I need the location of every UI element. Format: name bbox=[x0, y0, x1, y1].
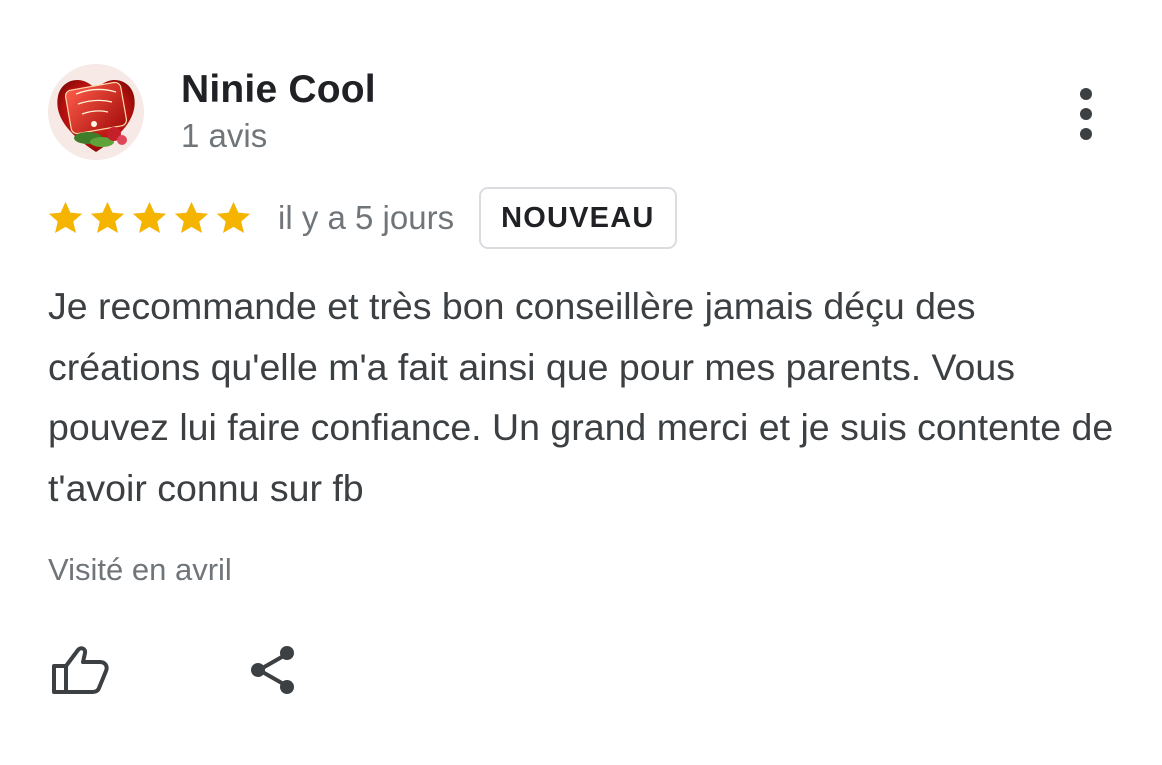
star-icon bbox=[216, 201, 251, 234]
more-vertical-icon bbox=[1080, 88, 1092, 140]
review-text: Je recommande et très bon conseillère ja… bbox=[48, 285, 1114, 509]
star-icon bbox=[174, 201, 209, 234]
share-button[interactable] bbox=[236, 634, 308, 706]
author-avatar[interactable] bbox=[48, 64, 144, 160]
rating-row: il y a 5 jours NOUVEAU bbox=[46, 185, 677, 251]
star-icon bbox=[132, 201, 167, 234]
more-options-button[interactable] bbox=[1064, 82, 1108, 146]
star-icon bbox=[90, 201, 125, 234]
visit-date: Visité en avril bbox=[48, 552, 232, 587]
review-card: Ninie Cool 1 avis il y a 5 jours NOUVEAU… bbox=[0, 0, 1162, 765]
review-date: il y a 5 jours bbox=[278, 199, 455, 236]
star-rating bbox=[46, 199, 253, 237]
new-badge: NOUVEAU bbox=[479, 187, 677, 249]
thumbs-up-icon bbox=[52, 646, 109, 694]
share-icon bbox=[251, 646, 294, 694]
star-icon bbox=[48, 201, 83, 234]
author-name[interactable]: Ninie Cool bbox=[181, 68, 376, 112]
avatar-image bbox=[48, 64, 144, 160]
author-review-count: 1 avis bbox=[181, 117, 268, 154]
like-button[interactable] bbox=[44, 634, 116, 706]
